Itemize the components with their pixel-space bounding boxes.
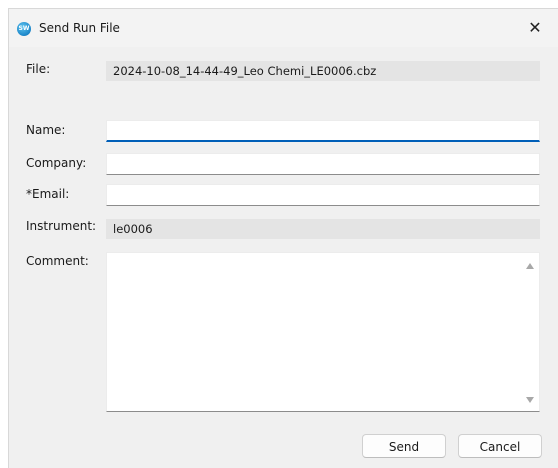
send-button[interactable]: Send bbox=[362, 434, 446, 458]
instrument-value: le0006 bbox=[106, 219, 540, 239]
comment-label: Comment: bbox=[26, 254, 89, 268]
company-label: Company: bbox=[26, 156, 87, 170]
scroll-down-arrow-icon[interactable] bbox=[526, 397, 534, 403]
comment-scrollbar[interactable] bbox=[522, 253, 539, 411]
company-input[interactable] bbox=[106, 153, 540, 175]
file-label: File: bbox=[26, 62, 51, 76]
instrument-label: Instrument: bbox=[26, 219, 97, 233]
name-label: Name: bbox=[26, 123, 66, 137]
scroll-up-arrow-icon[interactable] bbox=[526, 263, 534, 269]
name-input[interactable] bbox=[106, 120, 540, 142]
comment-field[interactable] bbox=[106, 252, 540, 412]
dialog-title: Send Run File bbox=[39, 21, 120, 35]
close-icon[interactable]: ✕ bbox=[512, 9, 558, 47]
email-input[interactable] bbox=[106, 184, 540, 206]
title-bar: SW Send Run File ✕ bbox=[9, 9, 558, 47]
file-value: 2024-10-08_14-44-49_Leo Chemi_LE0006.cbz bbox=[106, 61, 540, 81]
email-label: *Email: bbox=[26, 187, 70, 201]
cancel-button[interactable]: Cancel bbox=[458, 434, 542, 458]
app-logo-icon: SW bbox=[17, 22, 31, 36]
send-run-file-dialog: SW Send Run File ✕ File: 2024-10-08_14-4… bbox=[8, 8, 558, 468]
comment-textarea[interactable] bbox=[107, 253, 521, 411]
